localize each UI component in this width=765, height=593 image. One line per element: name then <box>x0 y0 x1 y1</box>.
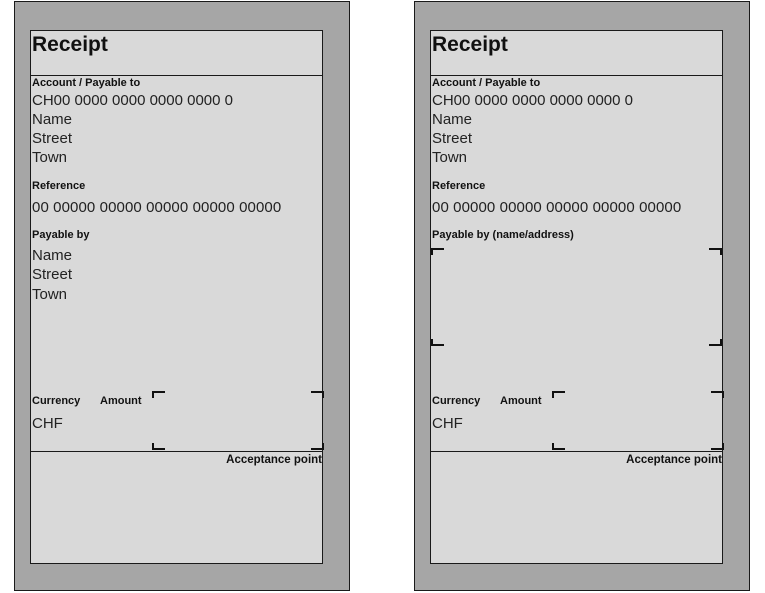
payer-box-corner <box>709 248 722 255</box>
reference-value: 00 00000 00000 00000 00000 00000 <box>32 199 282 216</box>
payable-by-name: Name <box>32 247 73 264</box>
account-name: Name <box>432 111 473 128</box>
receipt-slip: Receipt Account / Payable to CH00 0000 0… <box>430 30 724 564</box>
account-heading: Account / Payable to <box>32 77 141 89</box>
header-divider <box>431 75 722 76</box>
reference-heading: Reference <box>432 180 486 192</box>
account-street: Street <box>32 130 73 147</box>
payable-by-street: Street <box>32 266 73 283</box>
amount-box-corner <box>152 443 165 450</box>
amount-box-corner <box>552 391 565 398</box>
payable-by-heading: Payable by (name/address) <box>432 229 574 241</box>
receipt-panel-blank: Receipt Account / Payable to CH00 0000 0… <box>414 1 750 591</box>
acceptance-point-label: Acceptance point <box>626 454 722 466</box>
acceptance-divider <box>31 451 322 452</box>
currency-value: CHF <box>32 415 63 432</box>
acceptance-point-label: Acceptance point <box>226 454 322 466</box>
payable-by-town: Town <box>32 286 68 303</box>
receipt-title: Receipt <box>432 33 508 56</box>
amount-box-corner <box>711 443 724 450</box>
receipt-slip: Receipt Account / Payable to CH00 0000 0… <box>30 30 324 564</box>
amount-box-corner <box>311 443 324 450</box>
reference-value: 00 00000 00000 00000 00000 00000 <box>432 199 682 216</box>
account-heading: Account / Payable to <box>432 77 541 89</box>
account-town: Town <box>32 149 68 166</box>
amount-box-corner <box>711 391 724 398</box>
receipt-panel-filled: Receipt Account / Payable to CH00 0000 0… <box>14 1 350 591</box>
reference-heading: Reference <box>32 180 86 192</box>
currency-heading: Currency <box>32 395 81 407</box>
account-town: Town <box>432 149 468 166</box>
amount-box-corner <box>552 443 565 450</box>
amount-heading: Amount <box>100 395 142 407</box>
account-iban: CH00 0000 0000 0000 0000 0 <box>32 92 234 109</box>
currency-value: CHF <box>432 415 463 432</box>
payer-box-corner <box>709 339 722 346</box>
payer-box-corner <box>431 248 444 255</box>
amount-box-corner <box>152 391 165 398</box>
account-street: Street <box>432 130 473 147</box>
currency-heading: Currency <box>432 395 481 407</box>
amount-box-corner <box>311 391 324 398</box>
account-name: Name <box>32 111 73 128</box>
header-divider <box>31 75 322 76</box>
payer-box-corner <box>431 339 444 346</box>
amount-heading: Amount <box>500 395 542 407</box>
payable-by-heading: Payable by <box>32 229 90 241</box>
receipt-title: Receipt <box>32 33 108 56</box>
account-iban: CH00 0000 0000 0000 0000 0 <box>432 92 634 109</box>
acceptance-divider <box>431 451 722 452</box>
